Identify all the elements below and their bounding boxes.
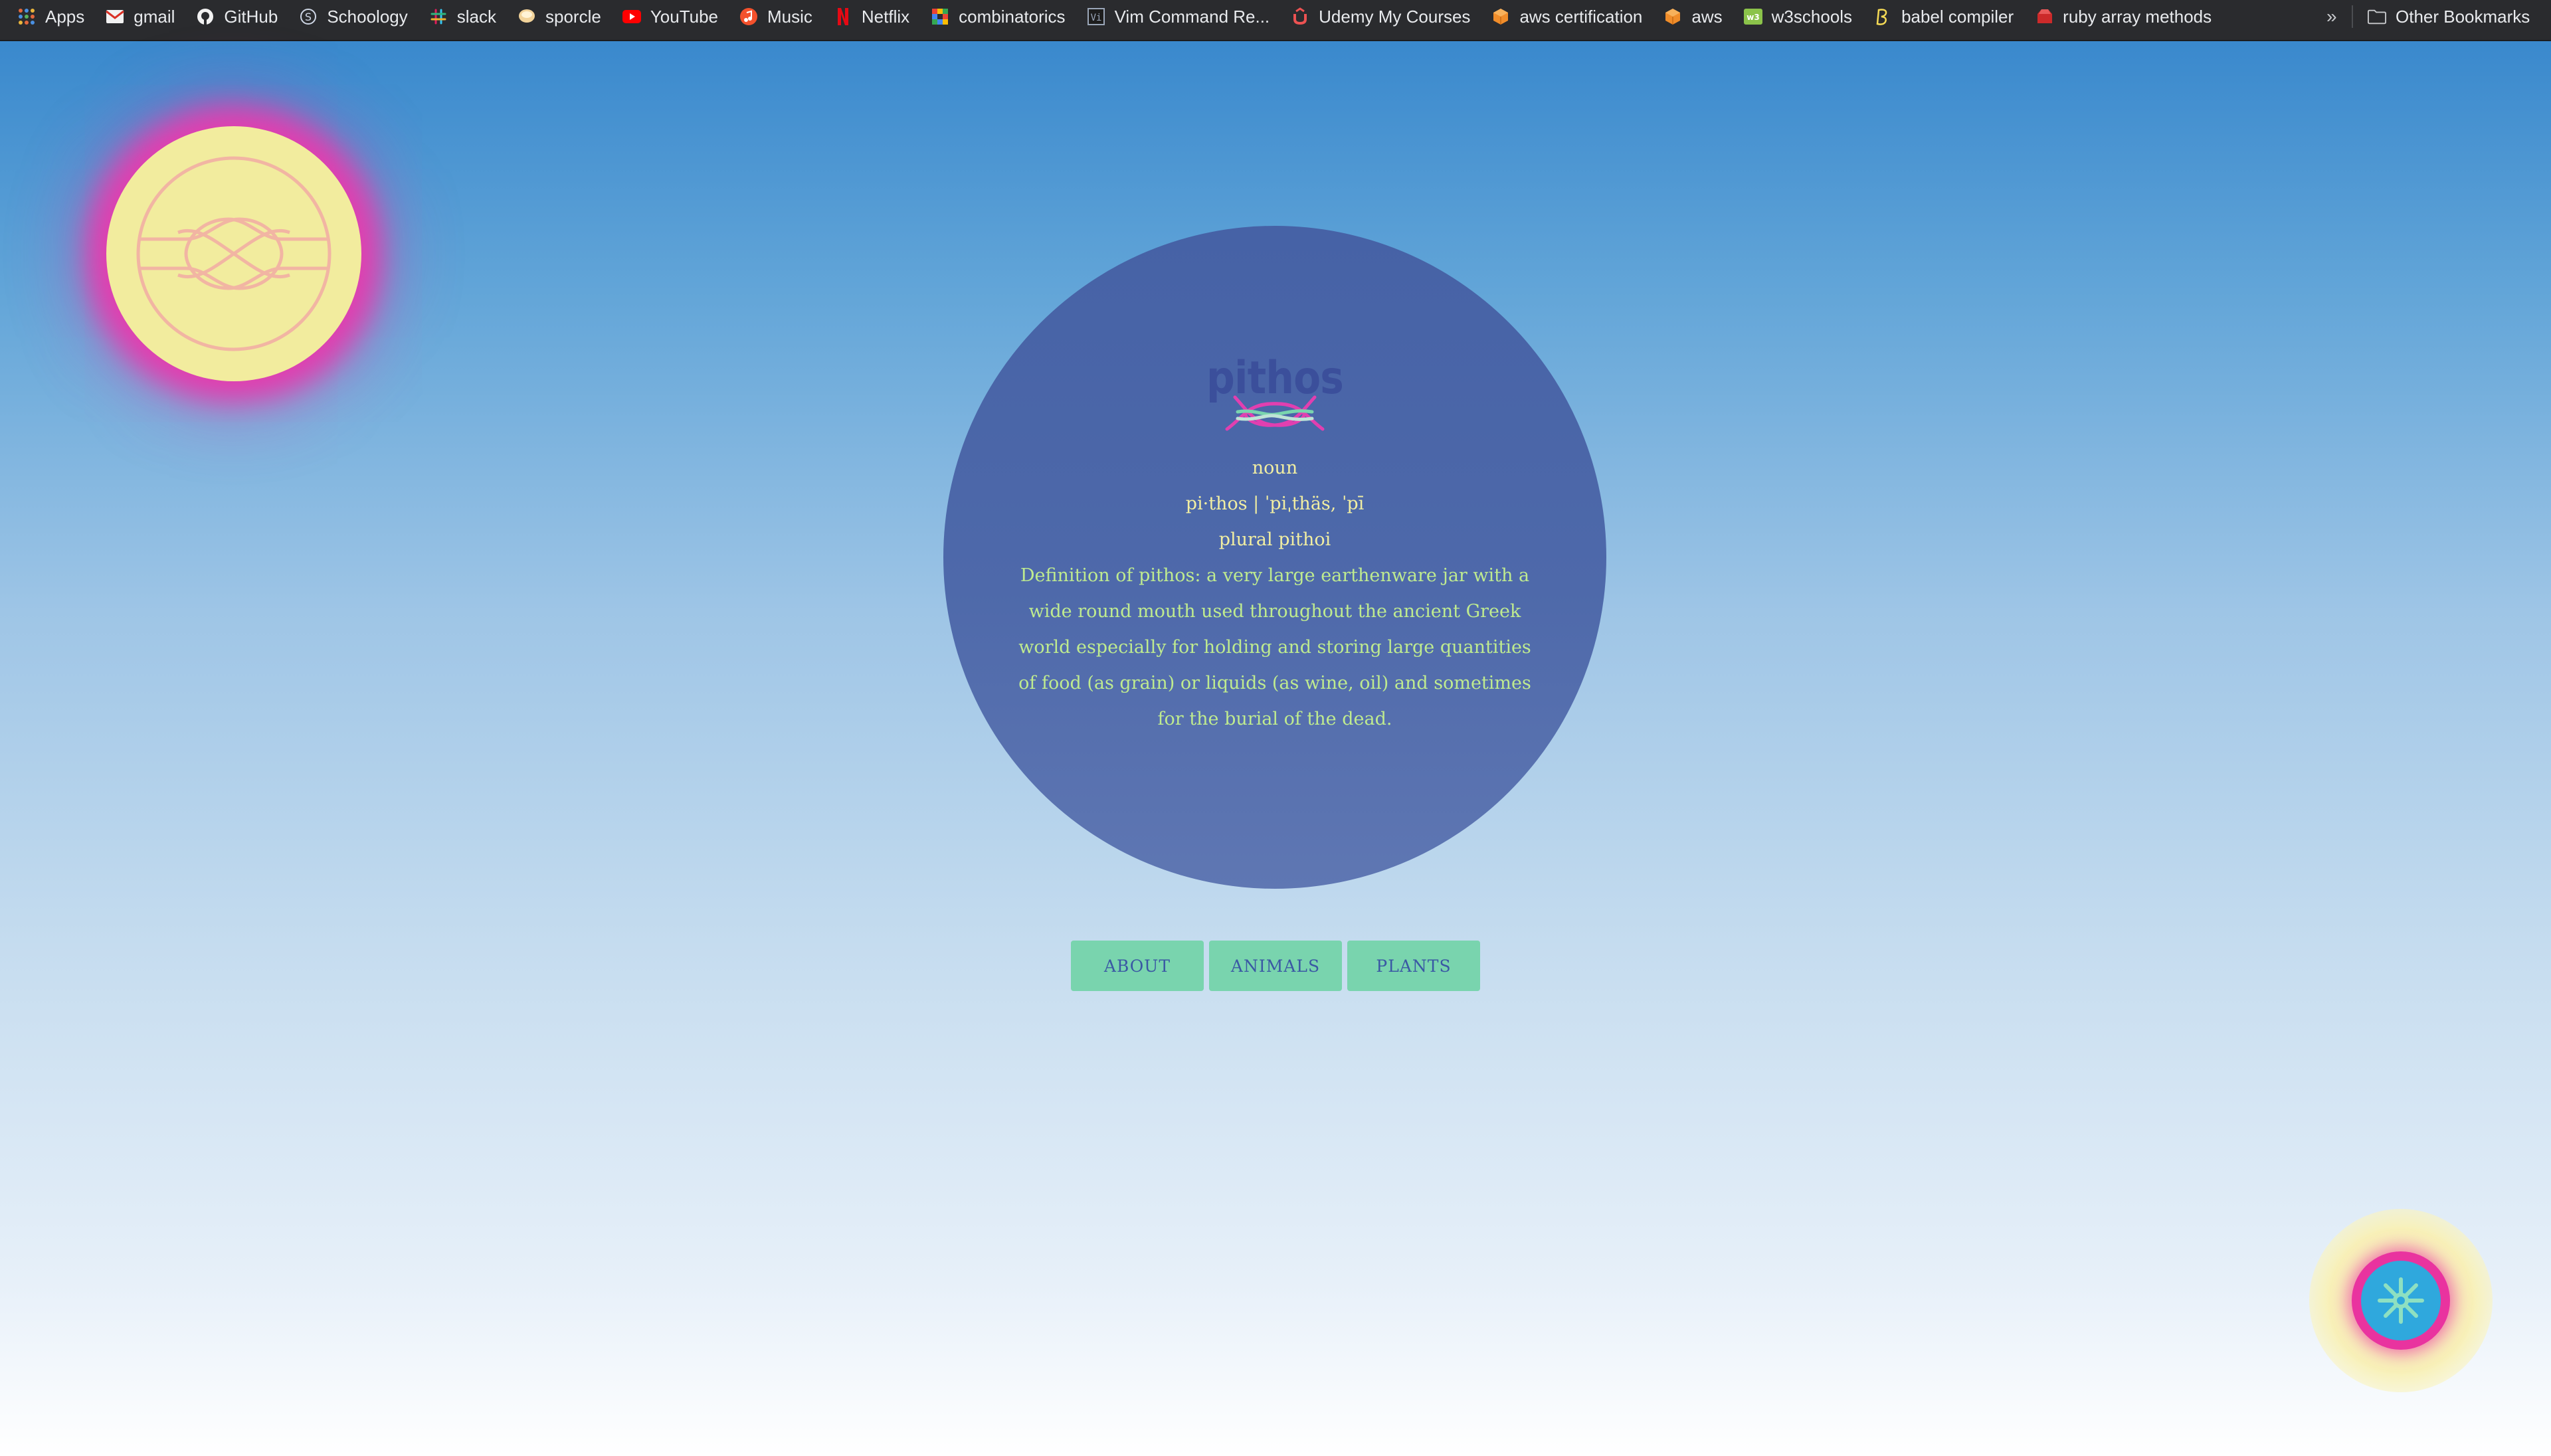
bookmark-combinatorics[interactable]: combinatorics [931, 6, 1066, 27]
youtube-icon [622, 7, 641, 26]
apps-grid-icon [17, 7, 36, 26]
part-of-speech: noun [1252, 458, 1298, 478]
bookmark-schoology[interactable]: S Schoology [299, 6, 408, 27]
bookmark-label: Netflix [861, 6, 910, 27]
ruby-icon [2035, 7, 2053, 26]
bookmark-sporcle[interactable]: sporcle [518, 7, 601, 27]
bookmark-label: w3schools [1771, 6, 1853, 27]
plants-button[interactable]: PLANTS [1347, 941, 1480, 991]
bookmark-label: gmail [134, 6, 175, 27]
bookmark-label: Music [767, 6, 812, 27]
knot-logo-icon [136, 156, 331, 351]
other-bookmarks-button[interactable]: Other Bookmarks [2368, 0, 2530, 33]
bookmark-apps[interactable]: Apps [17, 7, 84, 27]
sporcle-icon [518, 7, 536, 26]
babel-icon [1873, 7, 1892, 26]
flower-icon [2378, 1277, 2424, 1324]
gmail-icon [106, 7, 125, 26]
plural-form: plural pithoi [1218, 529, 1331, 550]
udemy-icon [1291, 7, 1309, 26]
definition-text: Definition of pithos: a very large earth… [1018, 565, 1531, 729]
folder-icon [2368, 7, 2386, 26]
main-nav: ABOUT ANIMALS PLANTS [1071, 941, 1480, 991]
bookmark-label: aws certification [1519, 6, 1643, 27]
bookmark-label: YouTube [650, 6, 718, 27]
bookmark-gmail[interactable]: gmail [106, 7, 175, 27]
bookmark-label: Schoology [327, 6, 408, 27]
aws-cube-icon [1491, 7, 1510, 26]
bookmarks-bar: Apps gmail GitHub S Schoology slack spor… [0, 0, 2551, 41]
bookmarks-overflow-button[interactable]: » [2326, 0, 2337, 33]
bookmark-netflix[interactable]: Netflix [834, 7, 909, 27]
aws-cube-icon [1663, 7, 1682, 26]
about-button[interactable]: ABOUT [1071, 941, 1204, 991]
bookmarks-divider [2352, 5, 2353, 28]
bookmark-label: sporcle [545, 6, 601, 27]
slack-icon [429, 7, 448, 26]
bookmark-music[interactable]: Music [739, 7, 812, 27]
bookmark-vim[interactable]: Vi Vim Command Re... [1087, 7, 1270, 27]
bookmark-youtube[interactable]: YouTube [622, 7, 718, 27]
pronunciation: pi·thos | ˈpiˌthäs, ˈpī [1185, 494, 1365, 514]
bookmark-aws[interactable]: aws [1663, 6, 1723, 27]
definition-card: pithos noun pi·thos | ˈpiˌthäs, ˈpī plur… [943, 226, 1606, 889]
bookmark-label: slack [456, 6, 496, 27]
flower-button[interactable] [2361, 1261, 2441, 1340]
bookmark-label: Apps [45, 6, 85, 27]
bookmark-label: ruby array methods [2063, 6, 2212, 27]
bookmark-ruby[interactable]: ruby array methods [2035, 7, 2212, 27]
bookmark-aws-certification[interactable]: aws certification [1491, 7, 1642, 27]
bookmark-label: babel compiler [1901, 6, 2014, 27]
bookmark-babel[interactable]: babel compiler [1873, 7, 2014, 27]
bookmark-list: Apps gmail GitHub S Schoology slack spor… [17, 0, 2212, 33]
bookmark-udemy[interactable]: Udemy My Courses [1291, 7, 1470, 27]
combinatorics-icon [931, 7, 949, 26]
animals-button[interactable]: ANIMALS [1209, 941, 1342, 991]
home-logo-button[interactable] [106, 126, 361, 381]
word-logo: pithos [943, 356, 1606, 433]
bookmark-github[interactable]: GitHub [196, 7, 278, 27]
bookmark-label: Vim Command Re... [1114, 6, 1270, 27]
bookmark-label: Udemy My Courses [1319, 6, 1471, 27]
vim-icon: Vi [1087, 7, 1105, 26]
svg-text:w3: w3 [1747, 13, 1759, 22]
bookmark-label: GitHub [224, 6, 278, 27]
music-icon [739, 7, 758, 26]
word-title: pithos [1206, 352, 1344, 405]
schoology-icon: S [299, 7, 318, 26]
bookmark-label: combinatorics [959, 6, 1066, 27]
w3schools-icon: w3 [1743, 7, 1762, 26]
github-icon [196, 7, 215, 26]
bookmark-w3schools[interactable]: w3 w3schools [1743, 6, 1853, 27]
other-bookmarks-label: Other Bookmarks [2396, 6, 2530, 27]
bookmark-label: aws [1691, 6, 1723, 27]
netflix-icon [834, 7, 852, 26]
definition-block: noun pi·thos | ˈpiˌthäs, ˈpī plural pith… [943, 450, 1606, 737]
svg-text:Vi: Vi [1090, 13, 1101, 23]
svg-text:S: S [305, 11, 312, 23]
bookmark-slack[interactable]: slack [429, 7, 496, 27]
